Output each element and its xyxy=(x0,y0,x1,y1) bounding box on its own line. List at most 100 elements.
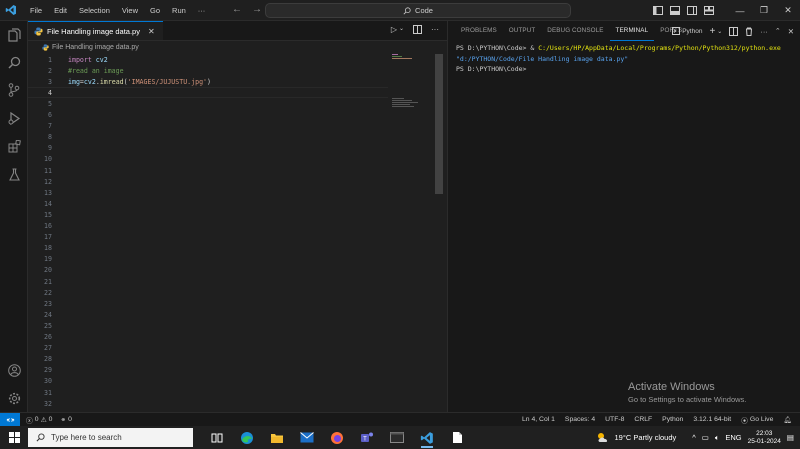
remote-indicator[interactable] xyxy=(0,412,20,427)
code-line[interactable]: 25 xyxy=(28,320,388,331)
more-actions-icon[interactable]: ··· xyxy=(431,25,439,34)
taskbar-search[interactable]: Type here to search xyxy=(28,428,193,447)
notifications-icon[interactable]: ▤ xyxy=(787,433,794,442)
terminal-output[interactable]: PS D:\PYTHON\Code> & C:/Users/HP/AppData… xyxy=(456,43,796,75)
account-icon[interactable] xyxy=(0,358,28,382)
show-hidden-icons-chevron-icon[interactable]: ^ xyxy=(692,433,696,442)
encoding[interactable]: UTF-8 xyxy=(605,416,624,423)
forward-arrow-icon[interactable]: → xyxy=(252,4,262,15)
code-line[interactable]: 18 xyxy=(28,243,388,254)
code-line[interactable]: 28 xyxy=(28,354,388,365)
problems-indicator[interactable]: ⓧ 0 ⚠ 0 xyxy=(26,415,52,425)
tab-output[interactable]: OUTPUT xyxy=(503,21,542,41)
weather-widget[interactable]: 19°C Partly cloudy xyxy=(596,432,676,443)
code-line[interactable]: 6 xyxy=(28,110,388,121)
code-line[interactable]: 5 xyxy=(28,98,388,109)
code-line[interactable]: 13 xyxy=(28,187,388,198)
code-line[interactable]: 17 xyxy=(28,232,388,243)
explorer-icon[interactable] xyxy=(0,23,28,47)
split-terminal-icon[interactable] xyxy=(729,26,739,36)
code-line[interactable]: 27 xyxy=(28,343,388,354)
menu-item[interactable]: ··· xyxy=(192,0,212,21)
editor-scrollbar[interactable] xyxy=(435,54,443,194)
terminal-dropdown-icon[interactable]: ⌄ xyxy=(717,28,722,35)
settings-gear-icon[interactable] xyxy=(0,386,28,410)
code-line[interactable]: 4 xyxy=(28,87,388,99)
menu-item[interactable]: Run xyxy=(166,0,192,21)
code-line[interactable]: 21 xyxy=(28,276,388,287)
code-line[interactable]: 20 xyxy=(28,265,388,276)
code-line[interactable]: 11 xyxy=(28,165,388,176)
run-file-icon[interactable]: ▷ xyxy=(391,25,397,34)
shell-selector[interactable]: Python xyxy=(672,27,702,35)
extensions-icon[interactable] xyxy=(0,134,28,158)
toggle-secondary-sidebar-icon[interactable] xyxy=(687,6,697,15)
tab-terminal[interactable]: TERMINAL xyxy=(609,21,655,41)
code-line[interactable]: 3 img=cv2.imread('IMAGES/JUJUSTU.jpg') xyxy=(28,76,388,87)
go-live-button[interactable]: ⦿ Go Live xyxy=(741,415,773,425)
command-center-search[interactable]: Code xyxy=(265,3,571,18)
language-indicator[interactable]: ENG xyxy=(725,433,741,442)
close-panel-icon[interactable]: ✕ xyxy=(788,27,794,36)
code-line[interactable]: 23 xyxy=(28,298,388,309)
menu-item[interactable]: View xyxy=(116,0,144,21)
menu-item[interactable]: File xyxy=(24,0,48,21)
code-line[interactable]: 2 #read an image xyxy=(28,65,388,76)
restore-button[interactable]: ❐ xyxy=(752,0,776,21)
code-line[interactable]: 14 xyxy=(28,198,388,209)
menu-item[interactable]: Edit xyxy=(48,0,73,21)
run-debug-icon[interactable] xyxy=(0,106,28,130)
ports-indicator[interactable]: ⚭ 0 xyxy=(60,416,71,424)
editor-tab-active[interactable]: File Handling image data.py ✕ xyxy=(28,21,163,40)
menu-item[interactable]: Selection xyxy=(73,0,116,21)
network-icon[interactable]: ▭ xyxy=(702,433,709,442)
edge-browser-icon[interactable] xyxy=(233,426,261,449)
new-terminal-icon[interactable]: + xyxy=(709,26,715,37)
close-tab-icon[interactable]: ✕ xyxy=(148,27,155,36)
code-line[interactable]: 24 xyxy=(28,309,388,320)
code-line[interactable]: 22 xyxy=(28,287,388,298)
language-mode[interactable]: Python xyxy=(662,416,683,423)
end-of-line[interactable]: CRLF xyxy=(634,416,652,423)
code-line[interactable]: 1 import cv2 xyxy=(28,54,388,65)
breadcrumb[interactable]: File Handling image data.py xyxy=(28,41,447,54)
code-line[interactable]: 15 xyxy=(28,209,388,220)
code-line[interactable]: 8 xyxy=(28,132,388,143)
minimap[interactable] xyxy=(392,54,434,134)
python-interpreter[interactable]: 3.12.1 64-bit xyxy=(693,416,731,423)
code-line[interactable]: 9 xyxy=(28,143,388,154)
toggle-panel-icon[interactable] xyxy=(670,6,680,15)
close-window-button[interactable]: ✕ xyxy=(776,0,800,21)
back-arrow-icon[interactable]: ← xyxy=(232,4,242,15)
source-control-icon[interactable] xyxy=(0,78,28,102)
firefox-icon[interactable] xyxy=(323,426,351,449)
customize-layout-icon[interactable] xyxy=(704,6,714,15)
code-line[interactable]: 16 xyxy=(28,221,388,232)
tab-problems[interactable]: PROBLEMS xyxy=(455,21,503,41)
clock[interactable]: 22:03 25-01-2024 xyxy=(748,430,781,446)
file-explorer-icon[interactable] xyxy=(263,426,291,449)
testing-flask-icon[interactable] xyxy=(0,162,28,186)
code-line[interactable]: 30 xyxy=(28,376,388,387)
indentation[interactable]: Spaces: 4 xyxy=(565,416,595,423)
code-line[interactable]: 12 xyxy=(28,176,388,187)
notifications-bell-icon[interactable]: 🔔︎ xyxy=(783,416,792,424)
split-editor-icon[interactable] xyxy=(413,25,422,34)
code-line[interactable]: 31 xyxy=(28,387,388,398)
tab-debug-console[interactable]: DEBUG CONSOLE xyxy=(541,21,609,41)
minimize-button[interactable]: — xyxy=(728,0,752,21)
run-dropdown-icon[interactable]: ⌄ xyxy=(399,25,404,34)
code-line[interactable]: 32 xyxy=(28,398,388,409)
terminal-app-icon[interactable] xyxy=(383,426,411,449)
toggle-sidebar-icon[interactable] xyxy=(653,6,663,15)
code-line[interactable]: 19 xyxy=(28,254,388,265)
teams-icon[interactable]: T xyxy=(353,426,381,449)
maximize-panel-icon[interactable]: ⌃ xyxy=(775,27,781,35)
code-line[interactable]: 29 xyxy=(28,365,388,376)
mail-icon[interactable] xyxy=(293,426,321,449)
task-view-icon[interactable] xyxy=(203,426,231,449)
more-panel-actions-icon[interactable]: ··· xyxy=(760,27,768,36)
kill-terminal-icon[interactable] xyxy=(745,27,753,36)
search-view-icon[interactable] xyxy=(0,50,28,74)
code-line[interactable]: 26 xyxy=(28,332,388,343)
